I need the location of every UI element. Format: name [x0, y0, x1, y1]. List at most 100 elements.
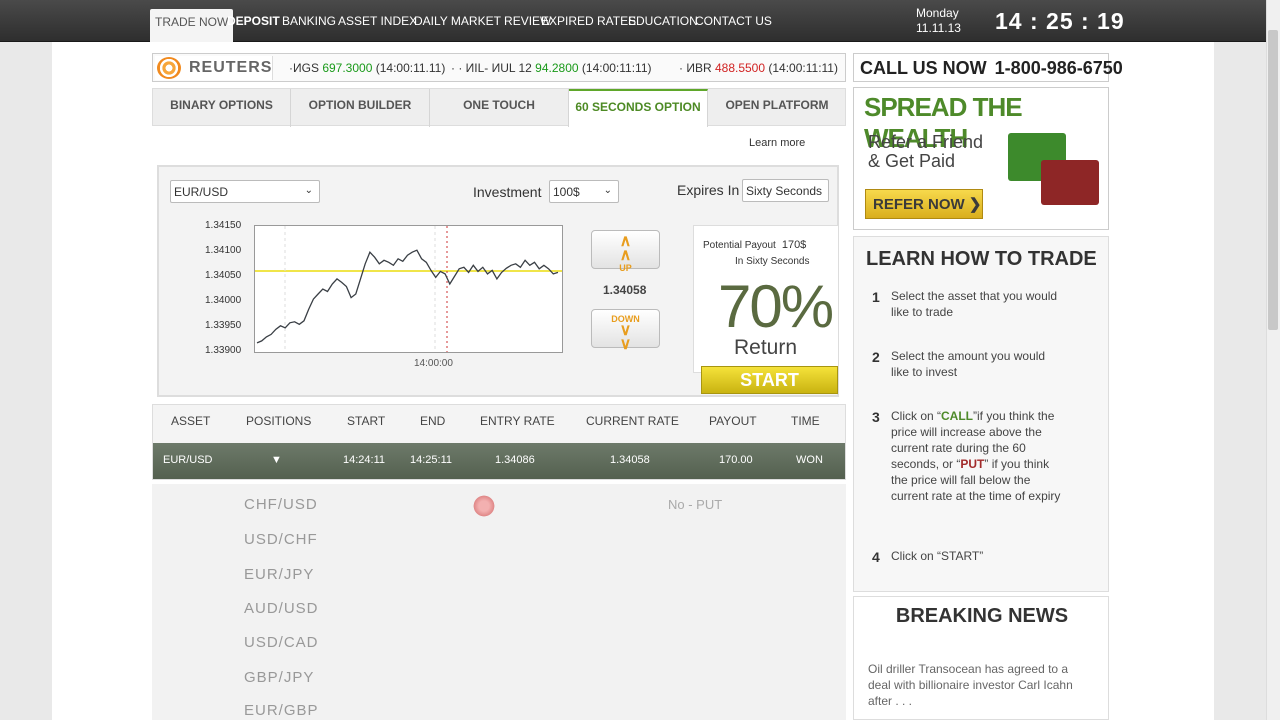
start-button[interactable]: START: [701, 366, 838, 394]
step-text: Select the asset that you would like to …: [891, 289, 1058, 319]
rate-chart: [254, 225, 563, 353]
step-number: 4: [872, 549, 880, 565]
cell-end: 14:25:11: [410, 454, 453, 466]
ticker-item: · ИBR 488.5500 (14:00:11:11): [679, 61, 838, 75]
no-put-label: No - PUT: [668, 497, 723, 512]
nav-trade-now[interactable]: TRADE NOW: [150, 9, 234, 42]
nav-asset-index[interactable]: ASSET INDEX: [338, 14, 417, 28]
tab-open-platform[interactable]: OPEN PLATFORM: [708, 89, 846, 127]
refer-a-friend-banner[interactable]: SPREAD THE WEALTH Refer a Friend & Get Pa…: [853, 87, 1109, 230]
list-item[interactable]: USD/CHF: [244, 531, 318, 548]
reuters-ticker: REUTERS ·ИGS 697.3000 (14:00:11.11) · · …: [152, 53, 846, 82]
refer-now-button[interactable]: REFER NOW ❯: [865, 189, 983, 219]
expires-label: Expires In: [677, 182, 740, 198]
step-text: Click on “START”: [891, 549, 984, 563]
step-text: Click on “CALL”if you think the price wi…: [891, 409, 1061, 503]
tab-60-seconds-option[interactable]: 60 SECONDS OPTION: [569, 89, 708, 127]
call-us-banner: CALL US NOW 1-800-986-6750: [853, 53, 1123, 82]
option-tabs: BINARY OPTIONS OPTION BUILDER ONE TOUCH …: [152, 88, 846, 127]
return-label: Return: [734, 336, 798, 359]
scrollbar-thumb[interactable]: [1268, 30, 1278, 330]
learn-how-to-trade: LEARN HOW TO TRADE 1 Select the asset th…: [853, 236, 1109, 592]
expires-select-value: Sixty Seconds: [746, 184, 823, 198]
reuters-logo-text: REUTERS: [189, 59, 273, 76]
nav-banking[interactable]: BANKING: [282, 14, 336, 28]
asset-select[interactable]: EUR/USD ⌄: [170, 180, 320, 203]
potential-payout: Potential Payout 170$: [703, 239, 807, 251]
x-tick-label: 14:00:00: [414, 358, 453, 369]
step-number: 2: [872, 349, 880, 365]
down-button[interactable]: DOWN ∨ ∨: [591, 309, 660, 353]
y-tick-label: 1.34100: [205, 245, 242, 256]
column-header: TIME: [791, 414, 820, 428]
column-header: CURRENT RATE: [586, 414, 679, 428]
rate-chart-svg: [255, 226, 562, 352]
return-percentage: 70%: [718, 273, 834, 340]
nav-contact-us[interactable]: CONTACT US: [695, 14, 772, 28]
cell-time: WON: [796, 454, 823, 466]
current-rate: 1.34058: [603, 283, 647, 297]
y-tick-label: 1.34000: [205, 295, 242, 306]
chevron-down-icon: ⌄: [304, 185, 313, 196]
list-item[interactable]: USD/CAD: [244, 634, 319, 651]
phone-number[interactable]: 1-800-986-6750: [995, 58, 1123, 78]
down-arrow-icon: ∨ ∨: [619, 322, 632, 353]
rate-series-line: [256, 249, 559, 344]
cell-current-rate: 1.34058: [610, 454, 650, 466]
reuters-dot-icon: [157, 57, 181, 79]
speech-bubble-icon: [1041, 160, 1099, 205]
payout-value: 170$: [781, 239, 807, 251]
y-tick-label: 1.33950: [205, 320, 242, 331]
column-header: ASSET: [171, 414, 211, 428]
news-text[interactable]: Oil driller Transocean has agreed to a d…: [868, 661, 1088, 709]
cell-position-icon: ▼: [271, 454, 282, 466]
tab-option-builder[interactable]: OPTION BUILDER: [291, 89, 430, 127]
nav-education[interactable]: EDUCATION: [628, 14, 698, 28]
learn-heading: LEARN HOW TO TRADE: [866, 248, 1097, 270]
call-us-label: CALL US NOW: [860, 58, 987, 78]
list-item[interactable]: AUD/USD: [244, 600, 319, 617]
cell-start: 14:24:11: [343, 454, 386, 466]
investment-select[interactable]: 100$ ⌄: [549, 180, 619, 203]
column-header: START: [347, 414, 386, 428]
learn-more-link[interactable]: Learn more: [749, 137, 805, 149]
payout-period: In Sixty Seconds: [735, 256, 810, 267]
step-text: Select the amount you would like to inve…: [891, 349, 1046, 379]
list-item[interactable]: GBP/JPY: [244, 669, 314, 686]
tab-one-touch[interactable]: ONE TOUCH: [430, 89, 569, 127]
top-navigation: TRADE NOW DEPOSIT BANKING ASSET INDEX DA…: [0, 0, 1280, 42]
date-display: Monday 11.11.13: [916, 6, 961, 36]
expires-select[interactable]: Sixty Seconds: [742, 179, 829, 202]
asset-select-value: EUR/USD: [174, 185, 229, 199]
positions-table: ASSET POSITIONS START END ENTRY RATE CUR…: [152, 404, 846, 480]
nav-expired-rates[interactable]: EXPIRED RATES: [541, 14, 636, 28]
nav-daily-market-review[interactable]: DAILY MARKET REVIEW: [414, 14, 551, 28]
table-row[interactable]: EUR/USD ▼ 14:24:11 14:25:11 1.34086 1.34…: [153, 443, 845, 479]
up-arrow-icon: ∧ ∧: [619, 233, 632, 264]
ticker-item: · · ИIL- ИUL 12 94.2800 (14:00:11:11): [451, 61, 652, 75]
clock: 14 : 25 : 19: [995, 8, 1125, 34]
list-item[interactable]: CHF/USD: [244, 496, 318, 513]
investment-label: Investment: [473, 184, 542, 200]
cell-payout: 170.00: [719, 454, 753, 466]
date-value: 11.11.13: [916, 21, 961, 35]
close-icon[interactable]: [472, 494, 496, 518]
page: TRADE NOW DEPOSIT BANKING ASSET INDEX DA…: [0, 0, 1280, 720]
column-header: PAYOUT: [709, 414, 757, 428]
cell-entry-rate: 1.34086: [495, 454, 535, 466]
cell-asset: EUR/USD: [163, 454, 213, 466]
tab-binary-options[interactable]: BINARY OPTIONS: [153, 89, 291, 127]
nav-deposit[interactable]: DEPOSIT: [227, 14, 280, 28]
step-number: 3: [872, 409, 880, 425]
reuters-logo: REUTERS: [155, 56, 273, 80]
y-tick-label: 1.34050: [205, 270, 242, 281]
column-header: POSITIONS: [246, 414, 312, 428]
payout-box: Potential Payout 170$ In Sixty Seconds 70…: [693, 225, 839, 373]
y-tick-label: 1.33900: [205, 345, 242, 356]
list-item[interactable]: EUR/JPY: [244, 566, 314, 583]
up-button[interactable]: ∧ ∧ UP: [591, 230, 660, 273]
up-button-label: UP: [619, 263, 632, 273]
column-header: END: [420, 414, 446, 428]
list-item[interactable]: EUR/GBP: [244, 702, 319, 719]
date-day: Monday: [916, 6, 959, 20]
